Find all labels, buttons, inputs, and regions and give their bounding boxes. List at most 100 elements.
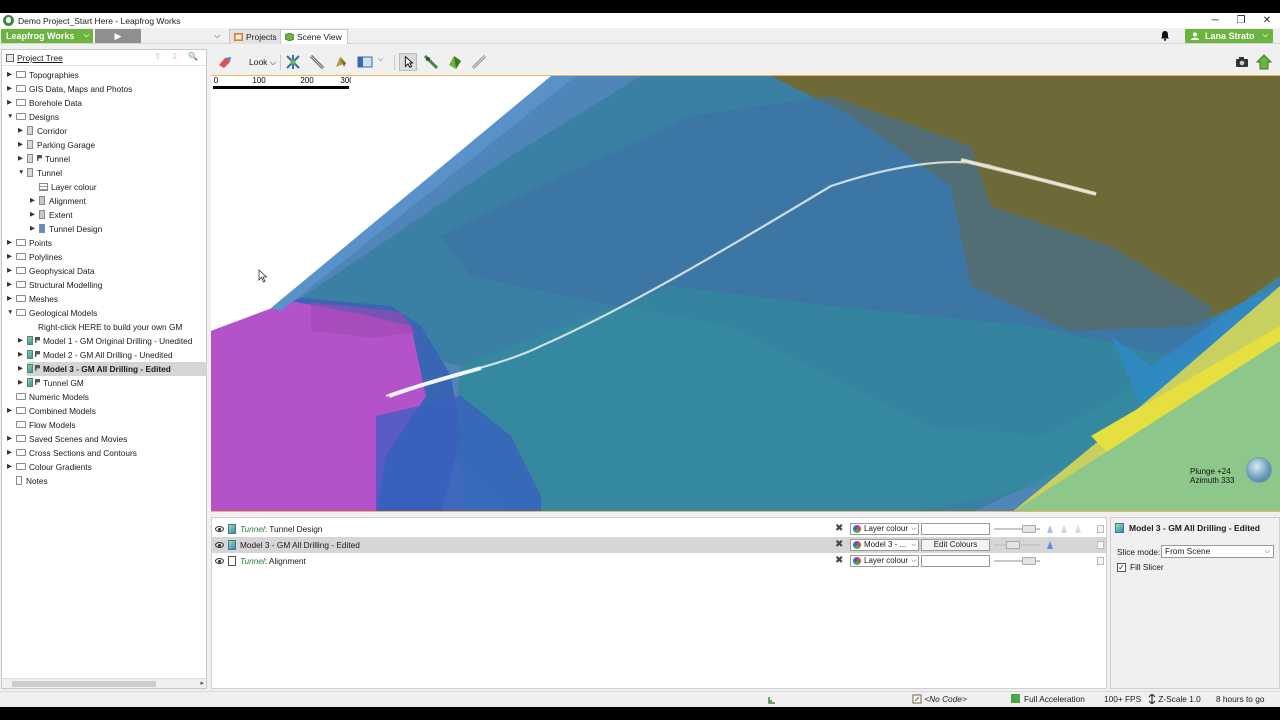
look-menu[interactable]: Look ⌵ [249, 55, 276, 69]
project-tree-scrollbar[interactable]: ▸ [2, 678, 206, 688]
transparency-slider[interactable] [994, 557, 1040, 565]
tree-item-tunnel-expanded[interactable]: ▼ Tunnel [18, 166, 62, 180]
fill-slicer-checkbox[interactable]: ✓ [1117, 563, 1126, 572]
project-tree-title[interactable]: Project Tree [17, 52, 63, 64]
colour-dropdown[interactable]: Model 3 - ... ⌵ [850, 539, 919, 551]
tree-item-topographies[interactable]: ▶ Topographies [7, 68, 79, 82]
expand-arrow-icon[interactable]: ▶ [30, 208, 38, 222]
visibility-eye-icon[interactable] [215, 526, 224, 532]
user-account-button[interactable]: Lana Strato ⌵ [1185, 29, 1273, 43]
colour-dropdown[interactable]: Layer colour ⌵ [850, 555, 919, 567]
tree-item-extent[interactable]: ▶ Extent [30, 208, 73, 222]
chevron-down-icon[interactable]: ⌵ [378, 56, 383, 64]
expand-arrow-icon[interactable]: ▶ [7, 250, 15, 264]
remove-object-icon[interactable]: ✖ [835, 521, 843, 537]
transparency-slider[interactable] [994, 525, 1040, 533]
tree-item-points[interactable]: ▶ Points [7, 236, 52, 250]
tree-item-tunnel[interactable]: ▶ Tunnel [18, 152, 70, 166]
collapse-arrow-icon[interactable]: ▼ [7, 306, 15, 320]
expand-arrow-icon[interactable]: ▶ [7, 264, 15, 278]
slicer-tool-icon[interactable] [216, 53, 234, 71]
expand-arrow-icon[interactable]: ▶ [30, 194, 38, 208]
expand-arrow-icon[interactable]: ▶ [18, 362, 26, 376]
expand-arrow-icon[interactable]: ▶ [18, 152, 26, 166]
orientation-globe-icon[interactable] [1246, 457, 1272, 483]
object-properties-icon[interactable] [1097, 525, 1104, 533]
expand-arrow-icon[interactable]: ▶ [7, 68, 15, 82]
expand-arrow-icon[interactable]: ▶ [18, 138, 26, 152]
tab-projects[interactable]: Projects [229, 29, 283, 44]
home-view-icon[interactable] [1255, 53, 1273, 71]
tree-item-designs[interactable]: ▼ Designs [7, 110, 59, 124]
tree-item-colour-gradients[interactable]: ▶ Colour Gradients [7, 460, 92, 474]
colour-dropdown[interactable]: Layer colour ⌵ [850, 523, 919, 535]
expand-arrow-icon[interactable]: ▶ [7, 278, 15, 292]
screenshot-camera-icon[interactable] [1233, 53, 1251, 71]
draw-tool-icon[interactable] [422, 53, 440, 71]
shown-object-row[interactable]: Tunnel: Tunnel Design ✖ Layer colour ⌵ [212, 521, 1106, 537]
expand-arrow-icon[interactable]: ▶ [7, 460, 15, 474]
surface-tool-icon[interactable] [446, 53, 464, 71]
tree-item-gis-data[interactable]: ▶ GIS Data, Maps and Photos [7, 82, 132, 96]
tree-item-cross-sections[interactable]: ▶ Cross Sections and Contours [7, 446, 137, 460]
close-button[interactable]: ✕ [1254, 13, 1280, 28]
shown-object-row-selected[interactable]: Model 3 - GM All Drilling - Edited ✖ Mod… [212, 537, 1106, 553]
expand-arrow-icon[interactable]: ▶ [7, 404, 15, 418]
expand-arrow-icon[interactable]: ▶ [18, 334, 26, 348]
collapse-arrow-icon[interactable]: ▼ [18, 166, 26, 180]
scroll-right-arrow-icon[interactable]: ▸ [200, 679, 204, 689]
tree-item-geophysical-data[interactable]: ▶ Geophysical Data [7, 264, 95, 278]
tree-item-polylines[interactable]: ▶ Polylines [7, 250, 62, 264]
code-status[interactable]: <No Code> [912, 692, 967, 707]
tab-scene-view[interactable]: Scene View [280, 29, 348, 44]
minimize-button[interactable]: ─ [1202, 13, 1228, 28]
properties-triangle-icon[interactable] [1060, 524, 1068, 534]
tree-item-parking-garage[interactable]: ▶ Parking Garage [18, 138, 95, 152]
properties-triangle-icon[interactable] [1046, 540, 1054, 550]
object-properties-icon[interactable] [1097, 541, 1104, 549]
transparency-slider[interactable] [994, 541, 1040, 549]
remove-object-icon[interactable]: ✖ [835, 537, 843, 553]
expand-arrow-icon[interactable]: ▶ [7, 292, 15, 306]
edit-colours-button[interactable]: Edit Colours [921, 539, 990, 551]
draw-lines-icon[interactable] [284, 53, 302, 71]
tree-item-model-3[interactable]: ▶ Model 3 - GM All Drilling - Edited [18, 362, 207, 376]
select-pointer-icon[interactable] [399, 53, 417, 71]
view-layout-icon[interactable] [356, 53, 374, 71]
z-scale-status[interactable]: Z-Scale 1.0 [1148, 692, 1201, 707]
tree-item-saved-scenes[interactable]: ▶ Saved Scenes and Movies [7, 432, 127, 446]
play-button[interactable]: ▶ [95, 29, 141, 43]
colour-value-field[interactable] [921, 523, 990, 535]
tree-item-flow-models[interactable]: Flow Models [16, 418, 76, 432]
remove-object-icon[interactable]: ✖ [835, 553, 843, 569]
scene-canvas[interactable] [211, 76, 1280, 512]
tree-item-tunnel-design[interactable]: ▶ Tunnel Design [30, 222, 102, 236]
tree-item-alignment[interactable]: ▶ Alignment [30, 194, 86, 208]
tree-item-model-1[interactable]: ▶ Model 1 - GM Original Drilling - Unedit… [18, 334, 192, 348]
polyline-tool-icon[interactable] [332, 53, 350, 71]
colour-value-field[interactable] [921, 555, 990, 567]
tree-item-numeric-models[interactable]: Numeric Models [16, 390, 89, 404]
tree-item-tunnel-gm[interactable]: ▶ Tunnel GM [18, 376, 84, 390]
tree-item-build-gm-hint[interactable]: Right-click HERE to build your own GM [38, 320, 182, 334]
tree-item-combined-models[interactable]: ▶ Combined Models [7, 404, 96, 418]
expand-arrow-icon[interactable]: ▶ [7, 236, 15, 250]
tree-tools[interactable]: ⇧ ⇩ 🔍 [154, 52, 202, 61]
tree-item-layer-colour[interactable]: Layer colour [39, 180, 97, 194]
expand-arrow-icon[interactable]: ▶ [7, 446, 15, 460]
notification-bell-icon[interactable] [1160, 30, 1170, 41]
measure-tool-icon[interactable] [470, 53, 488, 71]
restore-button[interactable]: ❐ [1228, 13, 1254, 28]
expand-arrow-icon[interactable]: ▶ [18, 124, 26, 138]
visibility-eye-icon[interactable] [215, 558, 224, 564]
product-menu-button[interactable]: Leapfrog Works ⌵ [1, 29, 93, 43]
tree-item-geological-models[interactable]: ▼ Geological Models [7, 306, 97, 320]
expand-arrow-icon[interactable]: ▶ [18, 376, 26, 390]
shown-object-row[interactable]: Tunnel: Alignment ✖ Layer colour ⌵ [212, 553, 1106, 569]
slice-mode-select[interactable]: From Scene ⌵ [1161, 545, 1274, 558]
tree-item-structural-modelling[interactable]: ▶ Structural Modelling [7, 278, 102, 292]
expand-arrow-icon[interactable]: ▶ [30, 222, 38, 236]
tree-item-notes[interactable]: Notes [16, 474, 48, 488]
expand-arrow-icon[interactable]: ▶ [7, 82, 15, 96]
expand-arrow-icon[interactable]: ▶ [7, 432, 15, 446]
